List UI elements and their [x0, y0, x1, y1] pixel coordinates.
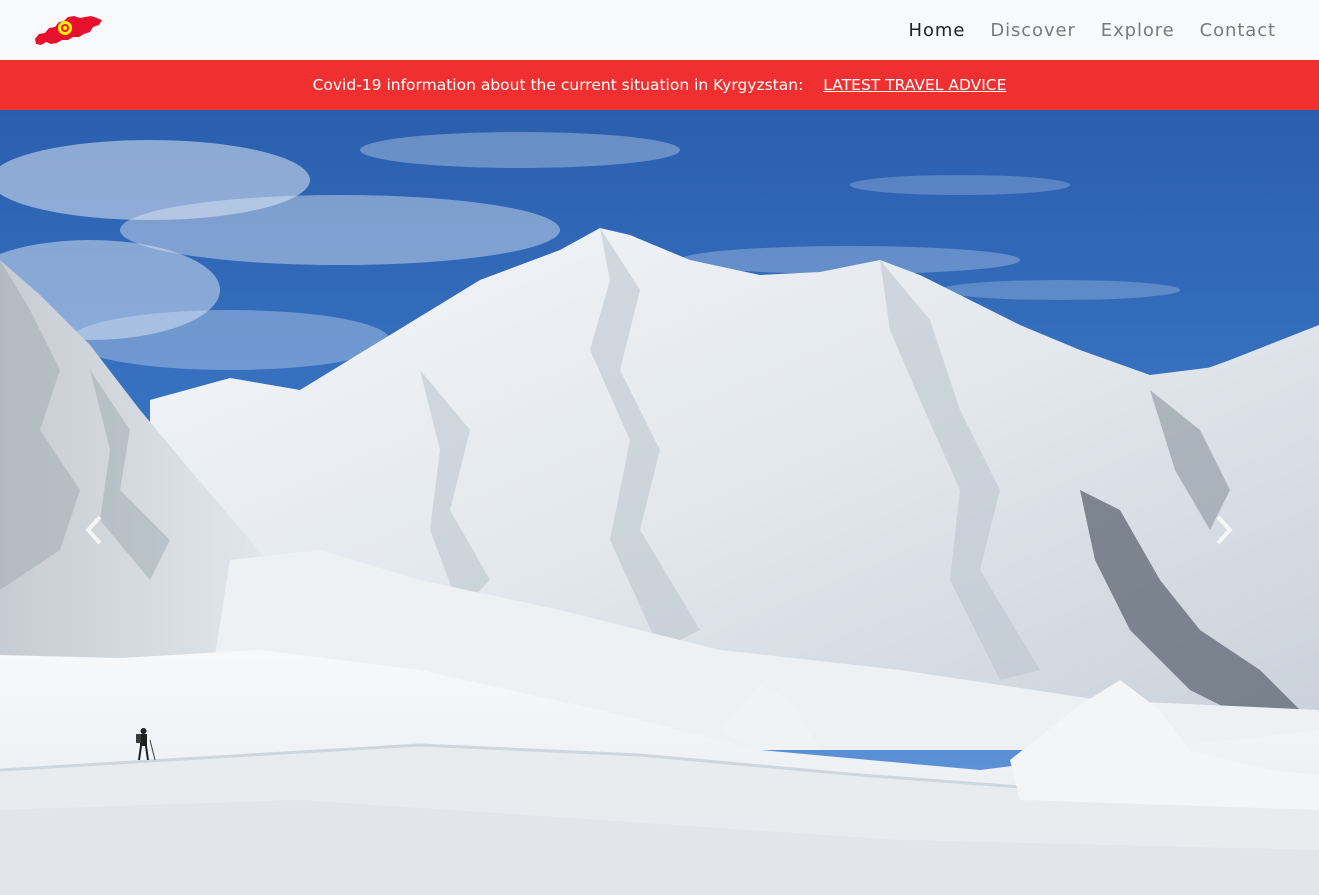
navbar: Home Discover Explore Contact	[0, 0, 1319, 60]
nav-contact[interactable]: Contact	[1200, 20, 1276, 41]
snow-mountain-hero-image	[0, 110, 1319, 895]
kyrgyzstan-map-flag-icon[interactable]	[33, 13, 103, 47]
nav-home[interactable]: Home	[909, 20, 966, 41]
nav-explore[interactable]: Explore	[1101, 20, 1175, 41]
hero-carousel	[0, 110, 1319, 895]
alert-text: Covid-19 information about the current s…	[312, 76, 804, 94]
covid-alert-banner: Covid-19 information about the current s…	[0, 60, 1319, 110]
chevron-right-icon	[1216, 515, 1233, 545]
chevron-left-icon	[85, 515, 102, 545]
nav-discover[interactable]: Discover	[990, 20, 1075, 41]
carousel-prev-button[interactable]	[75, 510, 115, 550]
carousel-next-button[interactable]	[1203, 510, 1243, 550]
travel-advice-link[interactable]: LATEST TRAVEL ADVICE	[823, 76, 1006, 94]
nav-menu: Home Discover Explore Contact	[884, 0, 1276, 60]
